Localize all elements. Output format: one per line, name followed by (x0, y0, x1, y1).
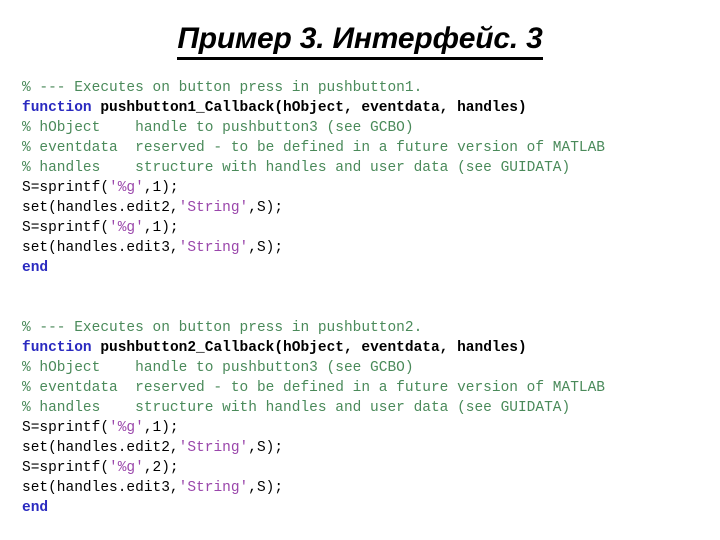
code-block-pushbutton1: % --- Executes on button press in pushbu… (22, 78, 720, 278)
code-token-comment: % eventdata reserved - to be defined in … (22, 380, 605, 396)
code-token-string: 'String' (178, 480, 249, 496)
code-line: % --- Executes on button press in pushbu… (22, 78, 720, 98)
code-token-string: '%g' (109, 180, 144, 196)
code-token-plain: set(handles.edit3, (22, 480, 179, 496)
code-token-plain: S=sprintf( (22, 180, 110, 196)
title-container: Пример 3. Интерфейс. 3 (0, 22, 720, 60)
page-title: Пример 3. Интерфейс. 3 (177, 22, 543, 60)
code-token-string: 'String' (178, 240, 249, 256)
code-line: function pushbutton2_Callback(hObject, e… (22, 338, 720, 358)
code-line: S=sprintf('%g',1); (22, 418, 720, 438)
code-line: % handles structure with handles and use… (22, 398, 720, 418)
code-line: set(handles.edit2,'String',S); (22, 198, 720, 218)
code-token-comment: % hObject handle to pushbutton3 (see GCB… (22, 360, 414, 376)
code-token-plain: set(handles.edit2, (22, 440, 179, 456)
code-token-plain: S=sprintf( (22, 460, 110, 476)
code-token-plain: ,1); (143, 420, 179, 436)
code-token-fname: pushbutton1_Callback(hObject, eventdata,… (100, 100, 527, 116)
code-token-plain: S=sprintf( (22, 220, 110, 236)
code-line: set(handles.edit3,'String',S); (22, 238, 720, 258)
code-token-comment: % eventdata reserved - to be defined in … (22, 140, 605, 156)
code-line: % hObject handle to pushbutton3 (see GCB… (22, 118, 720, 138)
code-line: end (22, 498, 720, 518)
code-line: set(handles.edit3,'String',S); (22, 478, 720, 498)
code-line: function pushbutton1_Callback(hObject, e… (22, 98, 720, 118)
code-token-plain: ,2); (143, 460, 179, 476)
code-block-pushbutton2: % --- Executes on button press in pushbu… (22, 318, 720, 518)
code-line: S=sprintf('%g',1); (22, 178, 720, 198)
code-token-plain: ,S); (248, 200, 284, 216)
code-token-fname: pushbutton2_Callback(hObject, eventdata,… (100, 340, 527, 356)
code-token-plain: ,1); (143, 180, 179, 196)
code-line: % eventdata reserved - to be defined in … (22, 138, 720, 158)
code-token-comment: % hObject handle to pushbutton3 (see GCB… (22, 120, 414, 136)
code-line: % handles structure with handles and use… (22, 158, 720, 178)
code-line: S=sprintf('%g',1); (22, 218, 720, 238)
code-token-plain: S=sprintf( (22, 420, 110, 436)
code-token-string: '%g' (109, 460, 144, 476)
code-token-plain: ,S); (248, 480, 284, 496)
code-token-plain: ,S); (248, 240, 284, 256)
code-token-keyword: end (22, 260, 49, 276)
code-token-plain: ,1); (143, 220, 179, 236)
code-token-keyword: function (22, 100, 101, 116)
code-line: end (22, 258, 720, 278)
code-line: set(handles.edit2,'String',S); (22, 438, 720, 458)
slide-canvas: Пример 3. Интерфейс. 3 % --- Executes on… (0, 0, 720, 540)
code-token-plain: ,S); (248, 440, 284, 456)
code-token-keyword: function (22, 340, 101, 356)
code-token-comment: % --- Executes on button press in pushbu… (22, 320, 423, 336)
code-token-plain: set(handles.edit2, (22, 200, 179, 216)
code-token-string: '%g' (109, 420, 144, 436)
code-token-string: 'String' (178, 200, 249, 216)
code-token-comment: % handles structure with handles and use… (22, 160, 571, 176)
code-line: % --- Executes on button press in pushbu… (22, 318, 720, 338)
code-token-comment: % handles structure with handles and use… (22, 400, 571, 416)
code-line: S=sprintf('%g',2); (22, 458, 720, 478)
code-token-comment: % --- Executes on button press in pushbu… (22, 80, 423, 96)
code-token-plain: set(handles.edit3, (22, 240, 179, 256)
code-token-keyword: end (22, 500, 49, 516)
code-line: % hObject handle to pushbutton3 (see GCB… (22, 358, 720, 378)
code-token-string: 'String' (178, 440, 249, 456)
code-token-string: '%g' (109, 220, 144, 236)
code-line: % eventdata reserved - to be defined in … (22, 378, 720, 398)
